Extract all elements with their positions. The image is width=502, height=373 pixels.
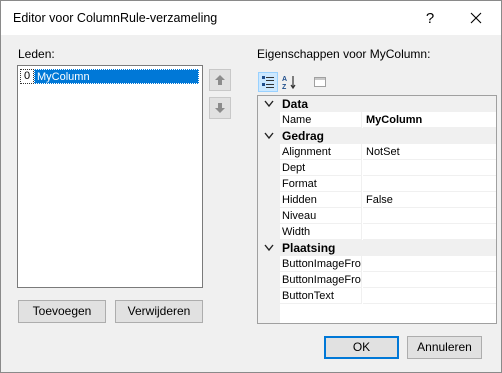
property-row[interactable]: Niveau <box>258 208 496 224</box>
property-name: ButtonImageFron <box>280 272 362 288</box>
property-value[interactable]: NotSet <box>363 144 496 160</box>
property-name: Dept <box>280 160 362 176</box>
add-button[interactable]: Toevoegen <box>18 300 106 323</box>
move-down-button[interactable] <box>209 97 231 119</box>
property-value[interactable] <box>363 288 496 304</box>
property-name: ButtonText <box>280 288 362 304</box>
category-label: Gedrag <box>282 129 325 143</box>
property-value[interactable] <box>363 256 496 272</box>
category-label: Plaatsing <box>282 241 336 255</box>
property-value[interactable] <box>363 224 496 240</box>
property-row[interactable]: Dept <box>258 160 496 176</box>
ok-button[interactable]: OK <box>324 336 399 359</box>
svg-text:Z: Z <box>282 84 287 90</box>
remove-button[interactable]: Verwijderen <box>115 300 203 323</box>
category-row-gedrag[interactable]: Gedrag <box>258 128 496 144</box>
property-row[interactable]: Format <box>258 176 496 192</box>
property-row[interactable]: ButtonImageFron <box>258 272 496 288</box>
window-title: Editor voor ColumnRule-verzameling <box>13 11 218 25</box>
arrow-up-icon <box>215 75 225 85</box>
property-name: Width <box>280 224 362 240</box>
property-value[interactable]: MyColumn <box>363 112 496 128</box>
properties-label: Eigenschappen voor MyColumn: <box>257 47 431 61</box>
property-value[interactable] <box>363 272 496 288</box>
collapse-icon[interactable] <box>263 129 275 143</box>
property-row[interactable]: Name MyColumn <box>258 112 496 128</box>
property-value[interactable]: False <box>363 192 496 208</box>
property-name: Alignment <box>280 144 362 160</box>
property-name: Niveau <box>280 208 362 224</box>
categorized-icon <box>262 76 274 88</box>
property-pages-icon <box>314 77 326 87</box>
move-up-button[interactable] <box>209 69 231 91</box>
category-label: Data <box>282 97 309 111</box>
property-name: Format <box>280 176 362 192</box>
property-row[interactable]: ButtonText <box>258 288 496 304</box>
property-name: Name <box>280 112 362 128</box>
cancel-button[interactable]: Annuleren <box>407 336 482 359</box>
property-grid[interactable]: Data Name MyColumn Gedrag Alignment NotS… <box>257 95 497 324</box>
property-row[interactable]: ButtonImageFron <box>258 256 496 272</box>
help-button[interactable]: ? <box>407 1 453 35</box>
alphabetical-button[interactable]: A Z <box>280 72 300 92</box>
property-value[interactable] <box>363 208 496 224</box>
property-pages-button[interactable] <box>310 72 330 92</box>
collapse-icon[interactable] <box>263 241 275 255</box>
member-name[interactable]: MyColumn <box>34 69 199 84</box>
alphabetical-icon: A Z <box>282 76 296 90</box>
property-value[interactable] <box>363 176 496 192</box>
categorized-button[interactable] <box>258 72 278 92</box>
close-button[interactable] <box>453 1 499 35</box>
svg-text:A: A <box>282 76 287 83</box>
property-row[interactable]: Hidden False <box>258 192 496 208</box>
member-index: 0 <box>20 69 34 84</box>
property-row[interactable]: Alignment NotSet <box>258 144 496 160</box>
close-icon <box>470 12 482 24</box>
property-row[interactable]: Width <box>258 224 496 240</box>
title-bar: Editor voor ColumnRule-verzameling ? <box>1 1 501 35</box>
property-name: ButtonImageFron <box>280 256 362 272</box>
category-row-plaatsing[interactable]: Plaatsing <box>258 240 496 256</box>
category-row-data[interactable]: Data <box>258 96 496 112</box>
members-label: Leden: <box>18 47 55 61</box>
dialog-window: Editor voor ColumnRule-verzameling ? Led… <box>0 0 502 373</box>
collapse-icon[interactable] <box>263 97 275 111</box>
list-item[interactable]: 0 MyColumn <box>20 69 199 84</box>
arrow-down-icon <box>215 103 225 113</box>
property-name: Hidden <box>280 192 362 208</box>
property-value[interactable] <box>363 160 496 176</box>
members-list[interactable]: 0 MyColumn <box>17 65 203 288</box>
